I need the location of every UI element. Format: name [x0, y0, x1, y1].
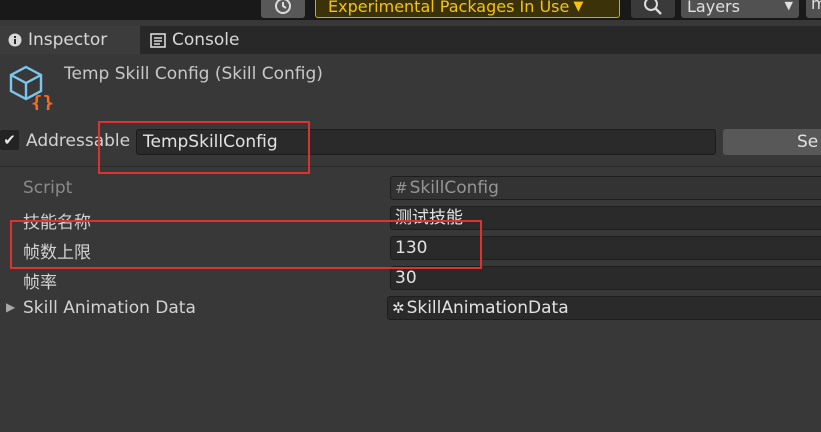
experimental-packages-button[interactable]: Experimental Packages In Use ▼: [315, 0, 620, 18]
tab-console-label: Console: [172, 30, 240, 50]
script-label: Script: [23, 178, 73, 198]
inspector-title: Temp Skill Config (Skill Config): [64, 64, 323, 84]
skill-name-label: 技能名称: [23, 213, 91, 233]
window-tab-bar: Inspector Console: [0, 26, 821, 54]
script-field-value: SkillConfig: [409, 178, 499, 198]
layout-dropdown[interactable]: m: [806, 0, 821, 18]
info-icon: [8, 33, 22, 47]
frame-rate-label: 帧率: [23, 273, 57, 293]
svg-text:{}: {}: [31, 92, 54, 110]
select-button[interactable]: Se: [723, 129, 821, 155]
skill-animation-data-label[interactable]: Skill Animation Data: [23, 298, 196, 318]
addressable-checkbox[interactable]: ✔: [0, 130, 19, 150]
script-field: # SkillConfig: [390, 176, 821, 200]
address-input[interactable]: TempSkillConfig: [136, 129, 716, 155]
top-toolbar: Experimental Packages In Use ▼ Layers ▼ …: [0, 0, 821, 20]
chevron-down-icon: ▼: [784, 0, 793, 12]
addressable-label: Addressable: [26, 131, 131, 151]
frame-rate-input[interactable]: 30: [390, 266, 821, 290]
hash-icon: #: [395, 179, 408, 197]
search-icon: [644, 0, 662, 15]
foldout-arrow-icon[interactable]: ▶: [6, 300, 15, 314]
skill-animation-data-value: SkillAnimationData: [406, 298, 569, 318]
history-icon: [275, 0, 291, 14]
tab-inspector-label: Inspector: [28, 30, 108, 50]
tab-inspector[interactable]: Inspector: [0, 26, 140, 54]
console-icon: [150, 32, 166, 48]
dropdown-caret-icon: ▼: [573, 0, 584, 14]
frame-limit-label: 帧数上限: [23, 243, 91, 263]
checkmark-icon: ✔: [3, 131, 16, 149]
tab-console[interactable]: Console: [148, 26, 268, 54]
scriptable-object-icon: {}: [8, 64, 56, 114]
scriptable-object-small-icon: ✲: [392, 299, 405, 317]
history-button[interactable]: [261, 0, 305, 18]
layers-label: Layers: [687, 0, 740, 16]
header-divider: [0, 166, 821, 167]
frame-limit-input[interactable]: 130: [390, 236, 821, 260]
experimental-packages-label: Experimental Packages In Use: [328, 0, 570, 16]
search-button[interactable]: [631, 0, 675, 18]
skill-name-input[interactable]: 测试技能: [390, 206, 821, 230]
layers-dropdown[interactable]: Layers ▼: [681, 0, 799, 18]
skill-animation-data-field[interactable]: ✲ SkillAnimationData: [387, 296, 821, 320]
